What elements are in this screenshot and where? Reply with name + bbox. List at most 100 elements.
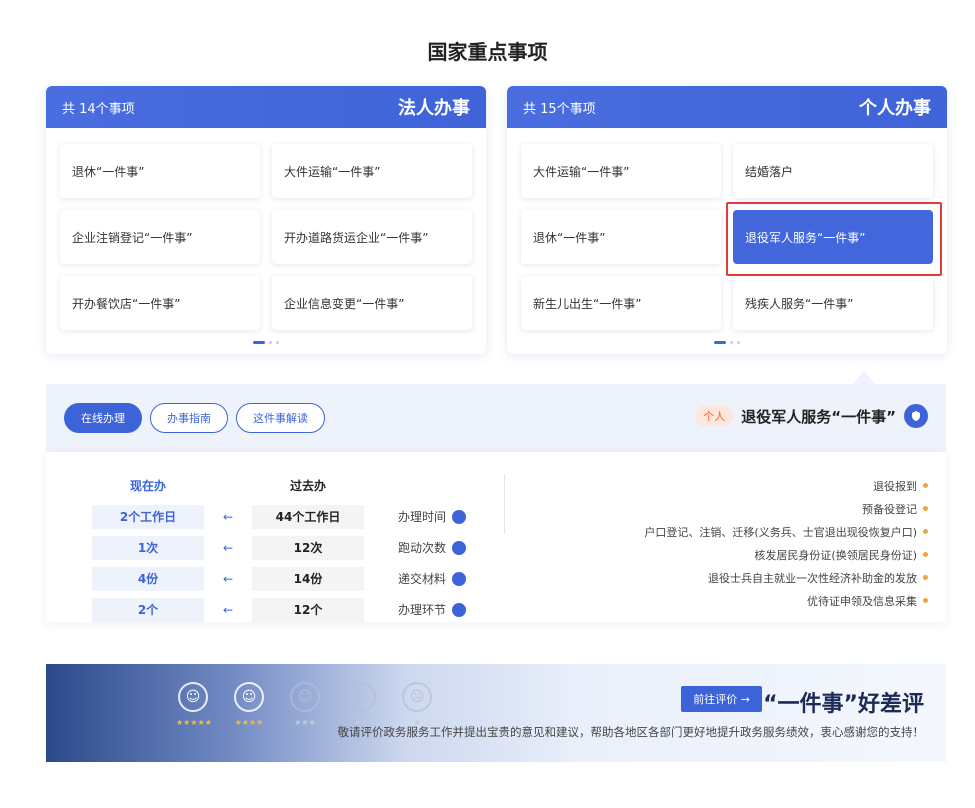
go-review-button[interactable]: 前往评价 → (681, 686, 762, 712)
pager-dot[interactable] (737, 341, 740, 344)
rating-face: ☺ ★★★★ (232, 682, 266, 727)
detail-pointer (852, 371, 876, 385)
personal-count: 共 15个事项 (523, 101, 596, 117)
running-icon (452, 540, 466, 555)
bullet-icon (923, 506, 928, 511)
banner-title: “一件事”好差评 (763, 692, 924, 717)
shield-icon (904, 404, 928, 428)
legal-card-header: 共 14个事项 法人办事 (46, 86, 486, 128)
banner-desc: 敬请评价政务服务工作并提出宝贵的意见和建议，帮助各地区各部门更好地提升政务服务绩… (337, 725, 925, 739)
pager-dot[interactable] (730, 341, 733, 344)
requirement-text: 退役士兵自主就业一次性经济补助金的发放 (708, 571, 917, 585)
list-item: 优待证申领及信息采集 (548, 589, 928, 612)
after-value: 1次 (92, 535, 204, 560)
row-label: 递交材料 (397, 572, 446, 586)
list-item: 预备役登记 (548, 497, 928, 520)
rating-face: ☺ ★★★ (288, 682, 322, 727)
legal-item[interactable]: 大件运输“一件事” (272, 144, 472, 198)
list-item: 户口登记、注销、迁移(义务兵、士官退出现役恢复户口) (548, 520, 928, 543)
detail-name: 退役军人服务“一件事” (741, 407, 896, 426)
personal-item[interactable]: 结婚落户 (733, 144, 933, 198)
list-item: 核发居民身份证(换领居民身份证) (548, 543, 928, 566)
detail-buttons: 这件事解读 办事指南 在线办理 (64, 403, 325, 433)
requirement-text: 预备役登记 (862, 502, 917, 516)
pager-dot[interactable] (276, 341, 279, 344)
personal-title[interactable]: 个人办事 (859, 94, 931, 120)
after-value: 4份 (92, 566, 204, 591)
requirement-text: 优待证申领及信息采集 (807, 594, 917, 608)
before-head: 过去办 (289, 479, 326, 493)
arrow-icon: ← (222, 509, 234, 524)
row-label: 办理时间 (397, 510, 446, 524)
table-row: 办理时间 44个工作日 ← 2个工作日 (76, 501, 466, 532)
legal-item[interactable]: 开办道路货运企业“一件事” (272, 210, 472, 264)
arrow-icon: ← (222, 540, 234, 555)
personal-item[interactable]: 新生儿出生“一件事” (521, 276, 721, 330)
detail-title: 退役军人服务“一件事” 个人 (695, 404, 928, 428)
frown-icon: ☹ (346, 682, 376, 712)
policy-button[interactable]: 这件事解读 (236, 403, 325, 433)
review-banner: ☺ ★★★★★ ☺ ★★★★ ☺ ★★★ ☹ ★★ ☹ ★ 前往评价 → “一件事”好差评… (46, 664, 946, 762)
legal-title[interactable]: 法人办事 (398, 94, 470, 120)
legal-card: 共 14个事项 法人办事 退休“一件事” 大件运输“一件事” 企业注销登记“一件… (46, 86, 486, 354)
personal-item[interactable]: 退休“一件事” (521, 210, 721, 264)
online-button[interactable]: 在线办理 (64, 403, 142, 433)
table-row: 递交材料 14份 ← 4份 (76, 563, 466, 594)
neutral-face-icon: ☺ (290, 682, 320, 712)
legal-item[interactable]: 退休“一件事” (60, 144, 260, 198)
before-value: 12次 (252, 535, 364, 560)
pager-dot[interactable] (269, 341, 272, 344)
personal-item[interactable]: 大件运输“一件事” (521, 144, 721, 198)
legal-item[interactable]: 开办餐饮店“一件事” (60, 276, 260, 330)
legal-count: 共 14个事项 (62, 101, 135, 117)
compare-header: 过去办 现在办 (76, 470, 466, 501)
stars-icon: ★★★ (294, 718, 316, 727)
compare-table: 过去办 现在办 办理时间 44个工作日 ← 2个工作日 跑动次数 12次 ← 1… (76, 470, 466, 625)
steps-icon (452, 602, 466, 617)
before-value: 44个工作日 (252, 504, 364, 529)
rating-faces: ☺ ★★★★★ ☺ ★★★★ ☺ ★★★ ☹ ★★ ☹ ★ (176, 682, 434, 727)
selection-highlight (726, 202, 942, 276)
row-label: 跑动次数 (397, 541, 446, 555)
detail-header: 退役军人服务“一件事” 个人 这件事解读 办事指南 在线办理 (46, 384, 946, 452)
frown-icon: ☹ (402, 682, 432, 712)
legal-grid: 退休“一件事” 大件运输“一件事” 企业注销登记“一件事” 开办道路货运企业“一… (60, 144, 472, 330)
smile-icon: ☺ (178, 682, 208, 712)
bullet-icon (923, 575, 928, 580)
briefcase-icon (452, 571, 466, 586)
pager-dot-active[interactable] (253, 341, 265, 344)
requirement-text: 核发居民身份证(换领居民身份证) (754, 548, 917, 562)
guide-button[interactable]: 办事指南 (150, 403, 228, 433)
personal-item[interactable]: 残疾人服务“一件事” (733, 276, 933, 330)
requirement-text: 户口登记、注销、迁移(义务兵、士官退出现役恢复户口) (644, 525, 917, 539)
stars-icon: ★★★★★ (176, 718, 212, 727)
arrow-icon: ← (222, 571, 234, 586)
legal-pager[interactable] (46, 341, 486, 344)
list-item: 退役报到 (548, 474, 928, 497)
table-row: 办理环节 12个 ← 2个 (76, 594, 466, 625)
bullet-icon (923, 598, 928, 603)
before-value: 12个 (252, 597, 364, 622)
legal-item[interactable]: 企业注销登记“一件事” (60, 210, 260, 264)
pager-dot-active[interactable] (714, 341, 726, 344)
after-head: 现在办 (129, 479, 166, 493)
legal-item[interactable]: 企业信息变更“一件事” (272, 276, 472, 330)
rating-face: ☹ ★ (400, 682, 434, 727)
requirement-text: 退役报到 (873, 479, 917, 493)
detail-tag: 个人 (695, 406, 734, 426)
section-title: 国家重点事项 (427, 40, 548, 64)
table-row: 跑动次数 12次 ← 1次 (76, 532, 466, 563)
after-value: 2个工作日 (92, 504, 204, 529)
rating-face: ☺ ★★★★★ (176, 682, 212, 727)
list-item: 退役士兵自主就业一次性经济补助金的发放 (548, 566, 928, 589)
requirement-list: 退役报到 预备役登记 户口登记、注销、迁移(义务兵、士官退出现役恢复户口) 核发… (548, 474, 928, 612)
bullet-icon (923, 483, 928, 488)
detail-body: 退役报到 预备役登记 户口登记、注销、迁移(义务兵、士官退出现役恢复户口) 核发… (46, 452, 946, 622)
rating-face: ☹ ★★ (344, 682, 378, 727)
stars-icon: ★★★★ (234, 718, 264, 727)
arrow-icon: ← (222, 602, 234, 617)
personal-pager[interactable] (507, 341, 947, 344)
bullet-icon (923, 529, 928, 534)
bullet-icon (923, 552, 928, 557)
personal-card-header: 共 15个事项 个人办事 (507, 86, 947, 128)
